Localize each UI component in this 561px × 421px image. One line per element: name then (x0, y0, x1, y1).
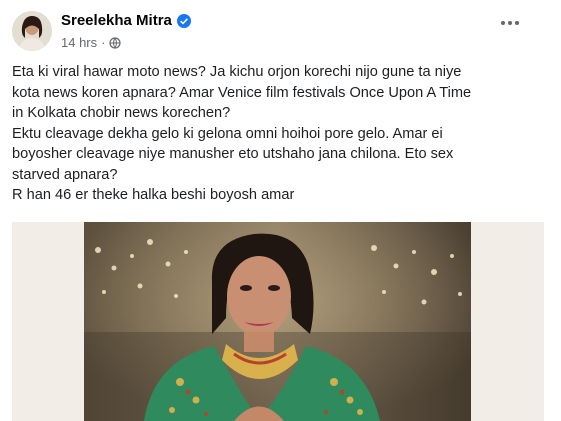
author-name[interactable]: Sreelekha Mitra (61, 12, 172, 29)
post-text-line: Eta ki viral hawar moto news? Ja kichu o… (12, 64, 462, 80)
post-text-line: R han 46 er theke halka beshi boyosh ama… (12, 187, 295, 203)
post-text-line: kota news koren apnara? Amar Venice film… (12, 84, 472, 101)
more-dot (515, 21, 519, 25)
post-text-line: starved apnara? (12, 166, 118, 183)
post-text-line: Ektu cleavage dekha gelo ki gelona omni … (12, 125, 443, 142)
post-timestamp[interactable]: 14 hrs (61, 35, 97, 50)
more-options-icon[interactable] (498, 17, 522, 29)
author-avatar[interactable] (12, 11, 52, 51)
post-text: Eta ki viral hawar moto news? Ja kichu o… (12, 62, 552, 206)
more-dot (501, 21, 505, 25)
post-text-line: boyosher cleavage niye manusher eto utsh… (12, 146, 454, 162)
post-meta: 14 hrs · (61, 35, 122, 50)
more-dot (508, 21, 512, 25)
post-photo[interactable] (84, 222, 471, 421)
verified-badge-icon (176, 13, 191, 28)
facebook-post: Sreelekha Mitra 14 hrs · Eta ki viral ha… (0, 0, 561, 421)
meta-separator: · (101, 35, 106, 50)
author-name-row: Sreelekha Mitra (61, 12, 191, 29)
post-text-line: in Kolkata chobir news korechen? (12, 105, 231, 121)
post-media[interactable] (12, 222, 544, 421)
globe-icon[interactable] (109, 36, 122, 49)
